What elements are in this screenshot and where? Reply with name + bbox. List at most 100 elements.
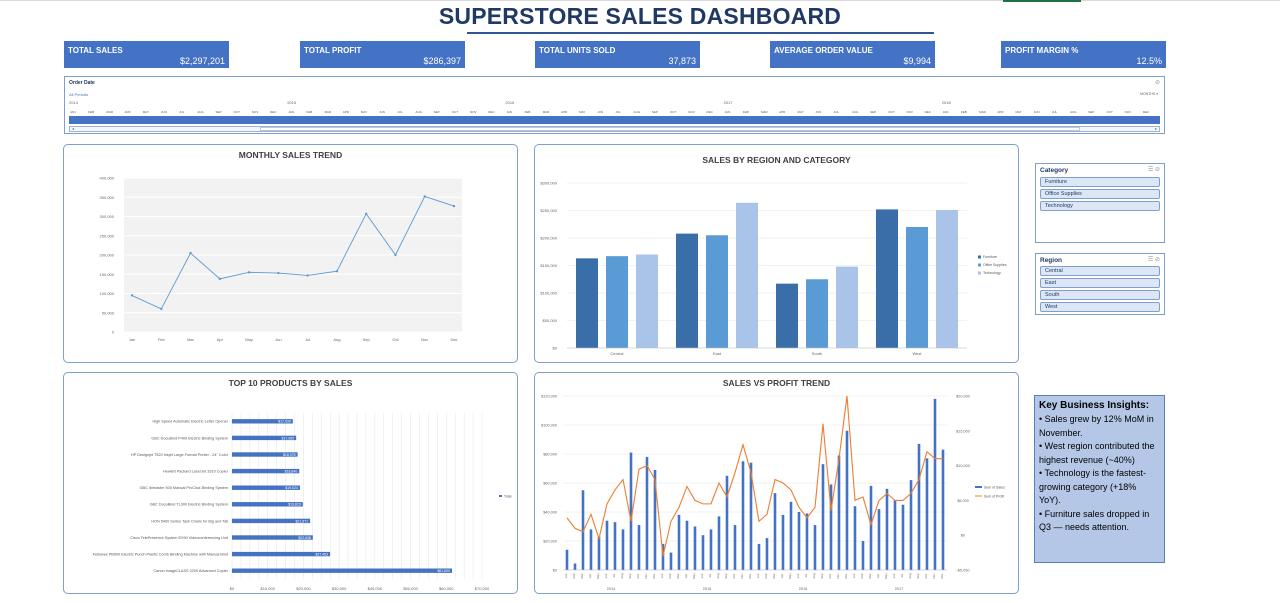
timeline-month-label[interactable]: MAY (797, 110, 803, 114)
data-point (423, 195, 426, 198)
timeline-month-label[interactable]: DEC (270, 110, 276, 114)
timeline-month-label[interactable]: FEB (961, 110, 967, 114)
legend-label: Total (504, 495, 512, 499)
timeline-month-label[interactable]: FEB (306, 110, 312, 114)
timeline-month-label[interactable]: MAR (106, 110, 113, 114)
timeline-month-label[interactable]: OCT (1106, 110, 1112, 114)
dashboard-title: SUPERSTORE SALES DASHBOARD (438, 3, 842, 29)
timeline-month-label[interactable]: JUN (379, 110, 385, 114)
slicer-item-central[interactable]: Central (1040, 266, 1160, 276)
category-slicer[interactable]: Category ☰ ⊘ Furniture Office Supplies T… (1035, 163, 1165, 243)
timeline-month-label[interactable]: OCT (234, 110, 240, 114)
timeline-month-label[interactable]: MAR (325, 110, 332, 114)
timeline-unit-dropdown[interactable]: MONTHS ▾ (1140, 92, 1158, 96)
timeline-month-label[interactable]: AUG (197, 110, 204, 114)
timeline-month-label[interactable]: MAR (543, 110, 550, 114)
timeline-month-label[interactable]: SEP (1088, 110, 1094, 114)
timeline-month-label[interactable]: AUG (852, 110, 859, 114)
monthly-sales-trend-panel[interactable]: MONTHLY SALES TREND 0 50,000 100,000 150,00… (63, 144, 518, 363)
order-date-timeline[interactable]: Order Date ⊘ All Periods MONTHS ▾ 2014 JA… (64, 76, 1165, 134)
timeline-month-label[interactable]: JUN (597, 110, 603, 114)
timeline-month-label[interactable]: APR (125, 110, 131, 114)
timeline-month-label[interactable]: JAN (506, 110, 512, 114)
timeline-month-label[interactable]: MAR (979, 110, 986, 114)
timeline-month-label[interactable]: JAN (70, 110, 76, 114)
timeline-month-label[interactable]: SEP (870, 110, 876, 114)
timeline-month-label[interactable]: FEB (743, 110, 749, 114)
timeline-month-label[interactable]: AUG (1070, 110, 1077, 114)
timeline-month-label[interactable]: APR (997, 110, 1003, 114)
timeline-month-label[interactable]: AUG (634, 110, 641, 114)
timeline-month-label[interactable]: MAY (143, 110, 149, 114)
timeline-month-label[interactable]: JAN (943, 110, 949, 114)
kpi-value: 37,873 (668, 56, 696, 66)
timeline-year-label: 2015 (287, 100, 297, 105)
timeline-month-label[interactable]: JUL (1052, 110, 1057, 114)
slicer-item-technology[interactable]: Technology (1040, 201, 1160, 211)
legend-swatch (978, 255, 981, 259)
sales-by-region-panel[interactable]: SALES BY REGION AND CATEGORY $0 $50,000 $1… (534, 144, 1019, 363)
x-tick-label: May (788, 573, 792, 579)
timeline-period-bar[interactable] (69, 116, 1160, 124)
timeline-month-label[interactable]: SEP (652, 110, 658, 114)
x-tick-label: Jun (275, 337, 281, 342)
y-left-tick-label: $20,000 (543, 540, 557, 544)
multi-select-icon[interactable]: ☰ ⊘ (1148, 256, 1160, 263)
sales-vs-profit-panel[interactable]: SALES VS PROFIT TREND $0 $20,000 $40,000 $6… (534, 372, 1019, 594)
timeline-month-label[interactable]: MAR (761, 110, 768, 114)
timeline-month-label[interactable]: JUN (1034, 110, 1040, 114)
top-products-panel[interactable]: TOP 10 PRODUCTS BY SALES $0 $10,000 $20,00… (63, 372, 518, 594)
timeline-month-label[interactable]: NOV (688, 110, 695, 114)
timeline-month-label[interactable]: DEC (1143, 110, 1149, 114)
timeline-month-label[interactable]: OCT (452, 110, 458, 114)
slicer-item-furniture[interactable]: Furniture (1040, 177, 1160, 187)
timeline-month-label[interactable]: JUL (179, 110, 184, 114)
timeline-month-label[interactable]: JUN (161, 110, 167, 114)
scroll-right-arrow-icon[interactable]: ▸ (1153, 126, 1159, 132)
kpi-profit-margin: PROFIT MARGIN % 12.5% (1001, 41, 1166, 68)
multi-select-icon[interactable]: ☰ ⊘ (1148, 166, 1160, 173)
timeline-month-label[interactable]: AUG (415, 110, 422, 114)
timeline-month-label[interactable]: JUL (834, 110, 839, 114)
timeline-month-label[interactable]: MAY (579, 110, 585, 114)
timeline-month-label[interactable]: APR (343, 110, 349, 114)
timeline-scroll-thumb[interactable] (260, 127, 1080, 131)
timeline-month-label[interactable]: JUL (397, 110, 402, 114)
timeline-month-label[interactable]: DEC (706, 110, 712, 114)
timeline-scrollbar[interactable]: ◂ ▸ (69, 126, 1160, 132)
timeline-month-label[interactable]: FEB (88, 110, 94, 114)
timeline-month-label[interactable]: APR (779, 110, 785, 114)
x-tick-label: Dec (450, 337, 457, 342)
timeline-month-label[interactable]: OCT (888, 110, 894, 114)
clear-filter-icon[interactable]: ⊘ (1155, 79, 1160, 86)
region-slicer[interactable]: Region ☰ ⊘ Central East South West (1035, 253, 1165, 315)
scroll-left-arrow-icon[interactable]: ◂ (70, 126, 76, 132)
x-tick-label: Jan (756, 573, 760, 578)
timeline-month-label[interactable]: SEP (215, 110, 221, 114)
timeline-month-label[interactable]: DEC (488, 110, 494, 114)
timeline-month-label[interactable]: NOV (252, 110, 259, 114)
slicer-item-office-supplies[interactable]: Office Supplies (1040, 189, 1160, 199)
slicer-item-east[interactable]: East (1040, 278, 1160, 288)
timeline-month-label[interactable]: JUL (616, 110, 621, 114)
x-tick-label: May (692, 573, 696, 579)
x-tick-label: Feb (158, 337, 166, 342)
timeline-month-label[interactable]: JAN (288, 110, 294, 114)
timeline-month-label[interactable]: NOV (470, 110, 477, 114)
timeline-month-label[interactable]: MAY (1016, 110, 1022, 114)
timeline-selection-label: All Periods (69, 92, 89, 97)
timeline-month-label[interactable]: JAN (725, 110, 731, 114)
timeline-month-label[interactable]: FEB (525, 110, 531, 114)
timeline-month-label[interactable]: SEP (434, 110, 440, 114)
timeline-month-label[interactable]: MAY (361, 110, 367, 114)
timeline-month-label[interactable]: NOV (1125, 110, 1132, 114)
timeline-month-label[interactable]: NOV (906, 110, 913, 114)
timeline-month-label[interactable]: DEC (925, 110, 931, 114)
slicer-item-south[interactable]: South (1040, 290, 1160, 300)
insights-title: Key Business Insights: (1039, 400, 1150, 411)
slicer-item-west[interactable]: West (1040, 302, 1160, 312)
timeline-month-label[interactable]: OCT (670, 110, 676, 114)
timeline-month-label[interactable]: JUN (816, 110, 822, 114)
year-label: 2014 (607, 587, 615, 591)
timeline-month-label[interactable]: APR (561, 110, 567, 114)
